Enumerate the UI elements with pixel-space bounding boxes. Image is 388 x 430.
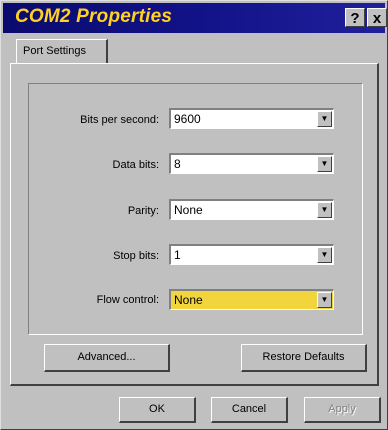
stop-bits-select[interactable]: 1 ▼ [169, 244, 334, 265]
flow-control-label: Flow control: [96, 294, 159, 306]
advanced-button[interactable]: Advanced... [44, 344, 170, 372]
cancel-button[interactable]: Cancel [211, 397, 288, 423]
chevron-down-icon[interactable]: ▼ [317, 292, 332, 308]
bits-per-second-value: 9600 [174, 112, 201, 126]
flow-control-select[interactable]: None ▼ [169, 289, 334, 310]
parity-label: Parity: [127, 205, 159, 217]
stop-bits-label: Stop bits: [113, 250, 159, 262]
chevron-down-icon[interactable]: ▼ [317, 156, 332, 172]
bits-per-second-label: Bits per second: [80, 114, 159, 126]
chevron-down-icon[interactable]: ▼ [317, 247, 332, 263]
help-button[interactable]: ? [345, 8, 365, 27]
parity-select[interactable]: None ▼ [169, 199, 334, 220]
com2-properties-dialog: COM2 Properties ? x Port Settings Bits p… [0, 0, 388, 430]
data-bits-label: Data bits: [112, 159, 159, 171]
bits-per-second-select[interactable]: 9600 ▼ [169, 108, 334, 129]
flow-control-value: None [174, 293, 203, 307]
apply-button[interactable]: Apply [304, 397, 381, 423]
tab-port-settings[interactable]: Port Settings [16, 39, 108, 64]
chevron-down-icon[interactable]: ▼ [317, 202, 332, 218]
window-title: COM2 Properties [15, 6, 173, 27]
ok-button[interactable]: OK [119, 397, 196, 423]
title-bar[interactable]: COM2 Properties ? x [3, 3, 387, 33]
stop-bits-value: 1 [174, 248, 181, 262]
data-bits-value: 8 [174, 157, 181, 171]
close-button[interactable]: x [367, 8, 387, 27]
data-bits-select[interactable]: 8 ▼ [169, 153, 334, 174]
restore-defaults-button[interactable]: Restore Defaults [241, 344, 367, 372]
parity-value: None [174, 203, 203, 217]
chevron-down-icon[interactable]: ▼ [317, 111, 332, 127]
